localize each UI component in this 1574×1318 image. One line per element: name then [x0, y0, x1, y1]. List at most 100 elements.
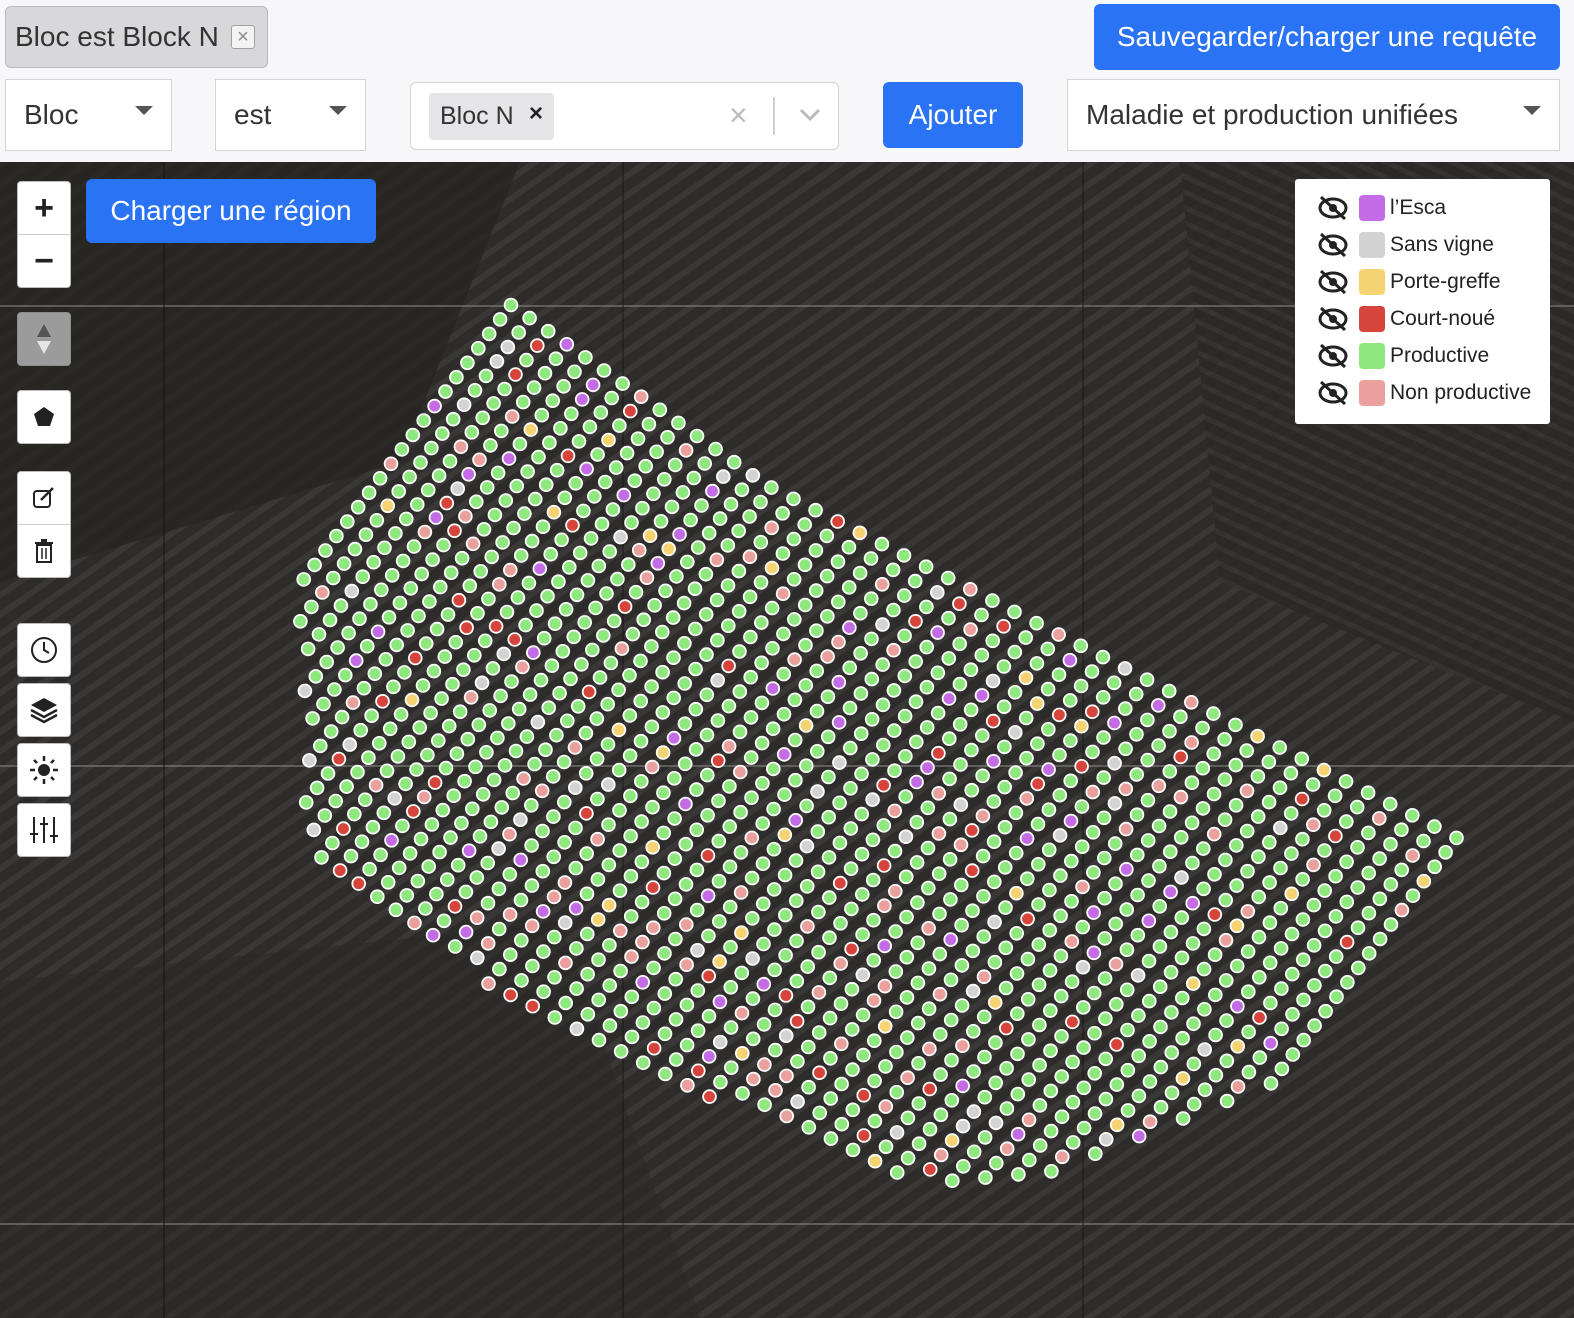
vine-point[interactable]	[1273, 860, 1288, 876]
vine-point[interactable]	[391, 860, 407, 876]
vine-point[interactable]	[1328, 909, 1344, 924]
vine-point[interactable]	[601, 432, 616, 448]
vine-point[interactable]	[456, 662, 471, 678]
vine-point[interactable]	[1086, 945, 1102, 961]
vine-point[interactable]	[712, 1034, 728, 1050]
vine-point[interactable]	[954, 917, 969, 933]
vine-point[interactable]	[955, 1038, 970, 1053]
vine-point[interactable]	[1062, 652, 1078, 668]
trash-icon[interactable]	[18, 524, 70, 577]
vine-point[interactable]	[1361, 905, 1377, 921]
vine-point[interactable]	[339, 779, 354, 794]
vine-point[interactable]	[690, 942, 705, 958]
vine-point[interactable]	[688, 742, 704, 757]
vine-point[interactable]	[988, 1035, 1003, 1050]
vine-point[interactable]	[908, 734, 924, 750]
vine-point[interactable]	[425, 552, 440, 567]
vine-point[interactable]	[656, 785, 671, 800]
vine-point[interactable]	[461, 466, 476, 482]
vine-point[interactable]	[679, 554, 695, 570]
vine-point[interactable]	[889, 1125, 905, 1140]
vine-point[interactable]	[580, 1006, 596, 1022]
vine-point[interactable]	[601, 897, 617, 913]
vine-point[interactable]	[1130, 927, 1146, 943]
vine-point[interactable]	[821, 769, 836, 785]
vine-point[interactable]	[1109, 996, 1124, 1012]
vine-point[interactable]	[1065, 1094, 1081, 1110]
vine-point[interactable]	[953, 797, 969, 812]
vine-point[interactable]	[604, 390, 619, 406]
vine-point[interactable]	[899, 949, 915, 965]
vine-point[interactable]	[694, 498, 709, 513]
vine-point[interactable]	[834, 1116, 850, 1132]
vine-point[interactable]	[998, 940, 1014, 956]
vine-point[interactable]	[1098, 1051, 1113, 1067]
vine-point[interactable]	[1097, 890, 1112, 906]
vine-point[interactable]	[897, 628, 912, 644]
vine-point[interactable]	[563, 406, 579, 422]
vine-point[interactable]	[687, 621, 703, 637]
vine-point[interactable]	[987, 914, 1002, 930]
vine-point[interactable]	[354, 834, 370, 849]
vine-point[interactable]	[545, 393, 560, 409]
vine-point[interactable]	[380, 498, 396, 514]
vine-point[interactable]	[490, 730, 505, 746]
vine-point[interactable]	[964, 782, 979, 798]
vine-point[interactable]	[357, 792, 373, 807]
vine-point[interactable]	[1263, 995, 1278, 1011]
vine-point[interactable]	[328, 793, 344, 809]
vine-point[interactable]	[721, 658, 736, 674]
vine-point[interactable]	[822, 970, 838, 986]
vine-point[interactable]	[622, 708, 638, 723]
vine-point[interactable]	[390, 749, 406, 764]
vine-point[interactable]	[1096, 730, 1111, 745]
vine-point[interactable]	[612, 802, 627, 818]
vine-point[interactable]	[722, 779, 737, 794]
vine-point[interactable]	[911, 1136, 927, 1151]
vine-point[interactable]	[535, 823, 550, 839]
vine-point[interactable]	[942, 771, 957, 787]
vine-point[interactable]	[1174, 870, 1189, 885]
vine-point[interactable]	[699, 687, 715, 703]
vine-point[interactable]	[898, 829, 914, 844]
zoom-out-button[interactable]: −	[18, 234, 70, 287]
vine-point[interactable]	[513, 852, 528, 868]
vine-point[interactable]	[1085, 784, 1101, 800]
vine-point[interactable]	[502, 562, 518, 578]
vine-point[interactable]	[1118, 821, 1134, 837]
vine-point[interactable]	[1074, 758, 1089, 774]
vine-point[interactable]	[594, 516, 610, 532]
vine-point[interactable]	[660, 429, 675, 445]
vine-point[interactable]	[668, 1012, 684, 1027]
vine-point[interactable]	[1229, 878, 1244, 893]
vine-point[interactable]	[698, 566, 714, 582]
vine-point[interactable]	[1142, 1114, 1158, 1129]
vine-point[interactable]	[1163, 924, 1179, 940]
vine-point[interactable]	[624, 1029, 640, 1045]
vine-point[interactable]	[312, 738, 328, 754]
vine-point[interactable]	[1085, 704, 1100, 719]
vine-point[interactable]	[1229, 838, 1244, 853]
vine-point[interactable]	[744, 910, 760, 926]
vine-point[interactable]	[819, 568, 835, 584]
vine-point[interactable]	[1131, 1088, 1147, 1104]
vine-point[interactable]	[409, 762, 424, 777]
vine-point[interactable]	[832, 795, 847, 811]
vine-point[interactable]	[689, 428, 705, 444]
vine-point[interactable]	[1052, 707, 1067, 723]
vine-point[interactable]	[666, 650, 681, 666]
vine-point[interactable]	[877, 898, 892, 913]
vine-point[interactable]	[634, 814, 649, 829]
vine-point[interactable]	[441, 718, 457, 734]
vine-point[interactable]	[628, 584, 644, 600]
vine-point[interactable]	[672, 527, 687, 542]
vine-point[interactable]	[820, 649, 835, 664]
vine-point[interactable]	[1085, 824, 1101, 840]
vine-point[interactable]	[341, 625, 356, 641]
vine-point[interactable]	[492, 961, 507, 977]
vine-point[interactable]	[920, 760, 935, 775]
vine-point[interactable]	[974, 728, 990, 743]
vine-point[interactable]	[420, 747, 435, 763]
vine-point[interactable]	[954, 998, 970, 1013]
vine-point[interactable]	[1295, 871, 1310, 887]
